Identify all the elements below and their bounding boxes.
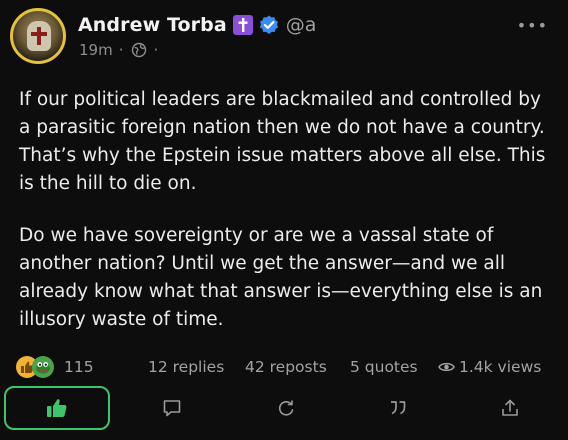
post-meta: 19m · ·	[79, 41, 164, 59]
quotes-count[interactable]: 5 quotes	[350, 358, 418, 376]
post-stats: 115 12 replies 42 reposts 5 quotes 1.4k …	[16, 356, 556, 380]
quote-icon	[391, 401, 406, 415]
frog-reaction-icon	[32, 356, 54, 378]
share-icon	[502, 399, 518, 416]
views-label: 1.4k views	[459, 358, 542, 376]
meta-separator: ·	[118, 41, 124, 59]
author-handle[interactable]: @a	[286, 14, 317, 36]
cross-badge-icon	[232, 15, 253, 35]
reactions-summary[interactable]: 115	[16, 356, 94, 378]
post-paragraph: If our political leaders are blackmailed…	[19, 89, 546, 194]
views-count: 1.4k views	[438, 358, 541, 376]
replies-count[interactable]: 12 replies	[148, 358, 224, 376]
globe-icon	[131, 42, 147, 58]
post-paragraph: Do we have sovereignty or are we a vassa…	[19, 225, 543, 330]
post-card: Andrew Torba @a 19m · · ••• If our polit…	[0, 0, 568, 440]
share-button[interactable]	[498, 396, 522, 420]
reply-button[interactable]	[160, 396, 184, 420]
like-button[interactable]	[4, 386, 110, 430]
reposts-count[interactable]: 42 reposts	[245, 358, 327, 376]
repost-icon	[278, 400, 294, 416]
quote-button[interactable]	[386, 396, 410, 420]
author-display-name[interactable]: Andrew Torba	[78, 14, 227, 36]
post-timestamp[interactable]: 19m	[79, 41, 113, 59]
meta-separator-2: ·	[153, 41, 159, 59]
eye-icon	[438, 362, 455, 372]
author-row: Andrew Torba @a	[78, 12, 316, 38]
reaction-count: 115	[64, 358, 94, 376]
comment-icon	[163, 400, 181, 417]
verified-badge-icon	[258, 14, 280, 36]
repost-button[interactable]	[274, 396, 298, 420]
action-bar	[0, 384, 568, 434]
thumbs-up-icon	[47, 399, 67, 417]
author-avatar[interactable]	[10, 8, 66, 64]
more-options-icon[interactable]: •••	[517, 16, 548, 35]
post-body: If our political leaders are blackmailed…	[19, 86, 554, 334]
